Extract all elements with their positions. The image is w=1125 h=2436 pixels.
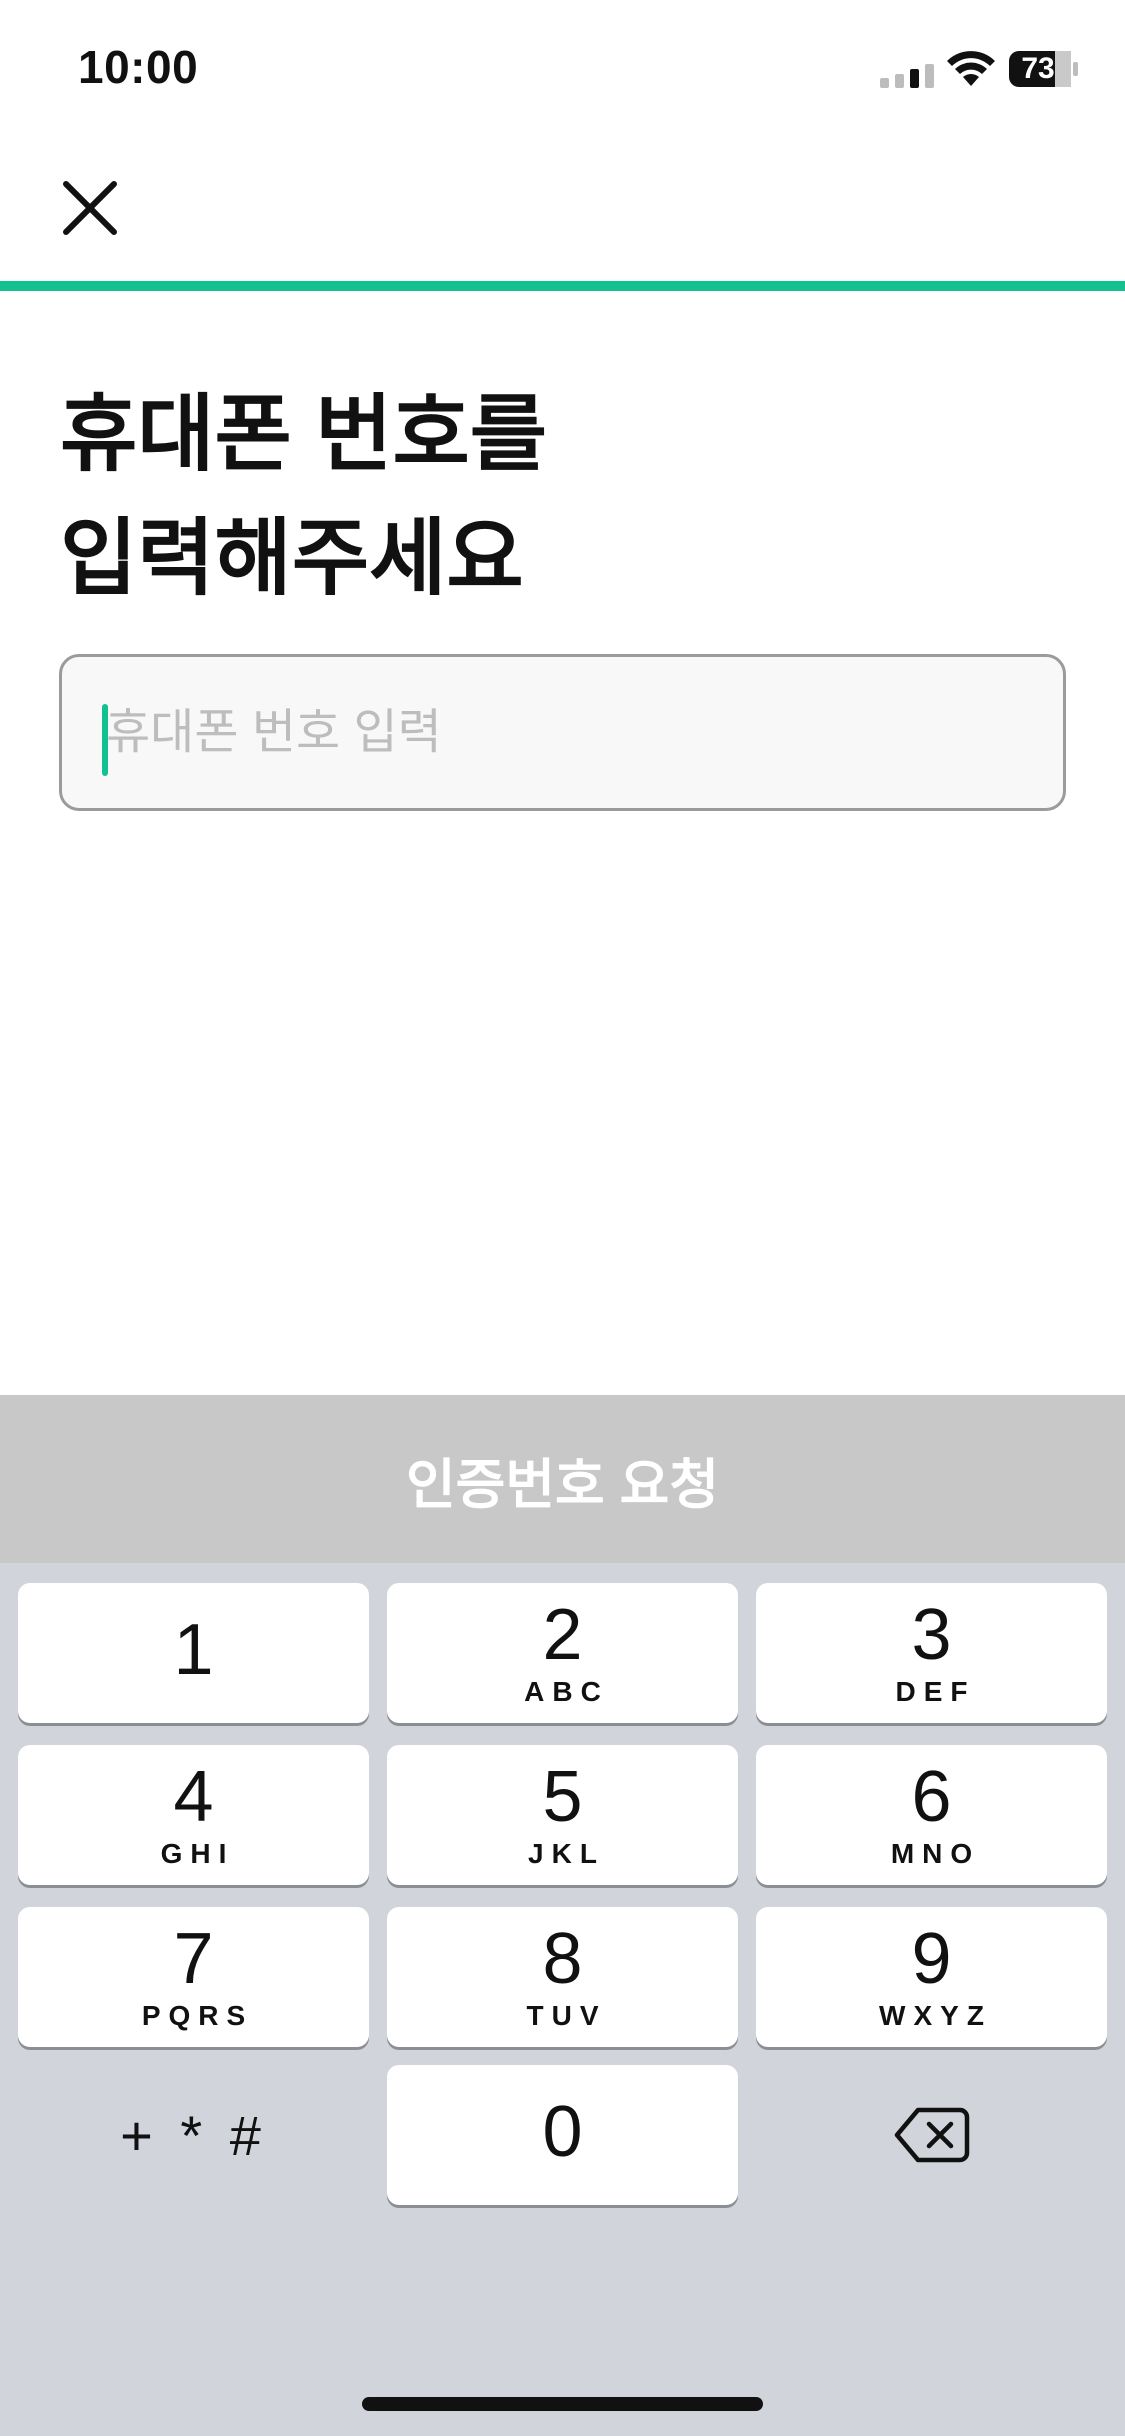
key-letters: TUV <box>526 2000 607 2031</box>
key-letters: ABC <box>524 1676 609 1707</box>
key-digit: 1 <box>173 1610 214 1690</box>
numeric-keypad: 1 2 ABC 3 DEF 4 GHI 5 JKL 6 MNO 7 PQRS 8… <box>0 1563 1125 2436</box>
key-4[interactable]: 4 GHI <box>18 1745 369 1885</box>
symbols-label: + * # <box>120 2103 267 2167</box>
page-title: 휴대폰 번호를 입력해주세요 <box>60 372 1060 620</box>
page-title-line1: 휴대폰 번호를 <box>60 387 548 481</box>
key-digit: 3 <box>911 1595 952 1675</box>
key-7[interactable]: 7 PQRS <box>18 1907 369 2047</box>
key-digit: 8 <box>542 1919 583 1999</box>
key-2[interactable]: 2 ABC <box>387 1583 738 1723</box>
key-letters: MNO <box>890 1838 981 1869</box>
key-digit: 0 <box>542 2092 583 2172</box>
progress-fill <box>0 281 1125 291</box>
key-8[interactable]: 8 TUV <box>387 1907 738 2047</box>
key-digit: 5 <box>542 1757 583 1837</box>
key-letters: JKL <box>528 1838 605 1869</box>
key-letters: DEF <box>895 1676 976 1707</box>
battery-icon: 73 <box>1008 50 1080 88</box>
phone-number-field[interactable] <box>59 654 1066 811</box>
delete-key[interactable] <box>756 2065 1107 2205</box>
key-digit: 6 <box>911 1757 952 1837</box>
wifi-icon <box>947 51 995 86</box>
key-letters: WXYZ <box>879 2000 992 2031</box>
progress-bar <box>0 281 1125 291</box>
close-button[interactable] <box>52 170 128 246</box>
phone-number-input[interactable] <box>106 657 1026 808</box>
symbols-key[interactable]: + * # <box>18 2065 369 2205</box>
key-digit: 7 <box>173 1919 214 1999</box>
cellular-signal-icon <box>880 64 934 88</box>
key-digit: 9 <box>911 1919 952 1999</box>
key-digit: 2 <box>542 1595 583 1675</box>
key-9[interactable]: 9 WXYZ <box>756 1907 1107 2047</box>
close-icon <box>63 181 117 235</box>
status-time: 10:00 <box>78 41 199 93</box>
page-title-line2: 입력해주세요 <box>60 511 524 605</box>
key-6[interactable]: 6 MNO <box>756 1745 1107 1885</box>
key-letters: PQRS <box>141 2000 254 2031</box>
battery-level: 73 <box>1021 52 1055 85</box>
key-0[interactable]: 0 <box>387 2065 738 2205</box>
key-5[interactable]: 5 JKL <box>387 1745 738 1885</box>
key-letters: GHI <box>160 1838 235 1869</box>
key-3[interactable]: 3 DEF <box>756 1583 1107 1723</box>
status-bar: 10:00 73 <box>0 0 1125 140</box>
request-code-button[interactable]: 인증번호 요청 <box>0 1395 1125 1563</box>
backspace-icon <box>894 2107 969 2163</box>
home-indicator <box>362 2397 763 2411</box>
key-digit: 4 <box>173 1757 214 1837</box>
key-1[interactable]: 1 <box>18 1583 369 1723</box>
